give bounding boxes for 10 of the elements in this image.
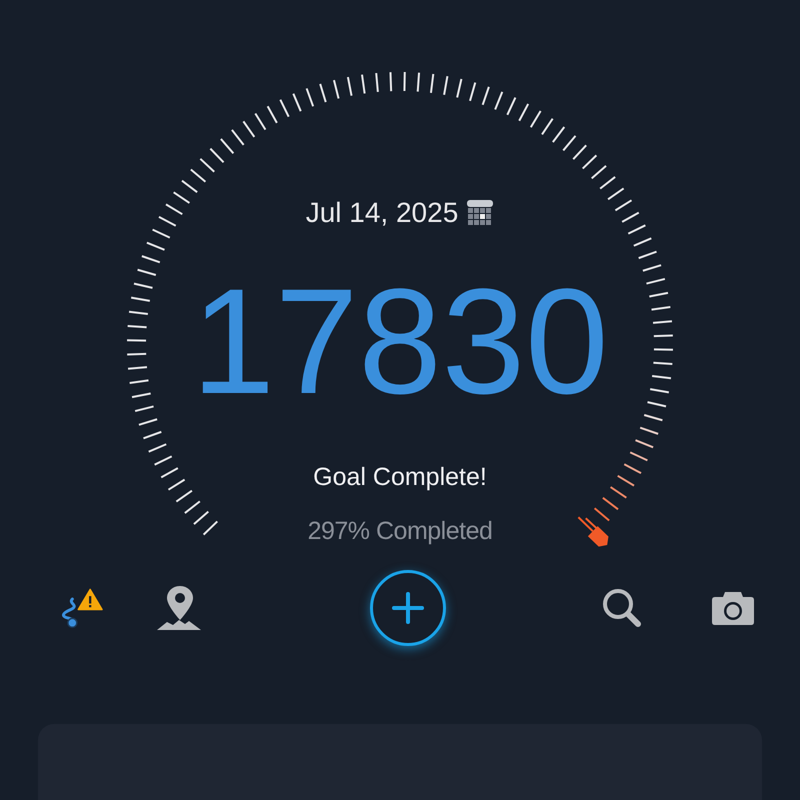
level-marker xyxy=(578,516,608,547)
search-icon[interactable] xyxy=(601,587,643,629)
camera-icon[interactable] xyxy=(711,590,755,626)
date-label: Jul 14, 2025 xyxy=(306,196,458,230)
percent-completed: 297% Completed xyxy=(308,516,492,546)
add-button[interactable] xyxy=(370,570,446,646)
plus-icon xyxy=(391,591,425,625)
calendar-icon[interactable] xyxy=(466,199,494,227)
step-count: 17830 xyxy=(191,266,609,416)
goal-status: Goal Complete! xyxy=(313,462,487,492)
